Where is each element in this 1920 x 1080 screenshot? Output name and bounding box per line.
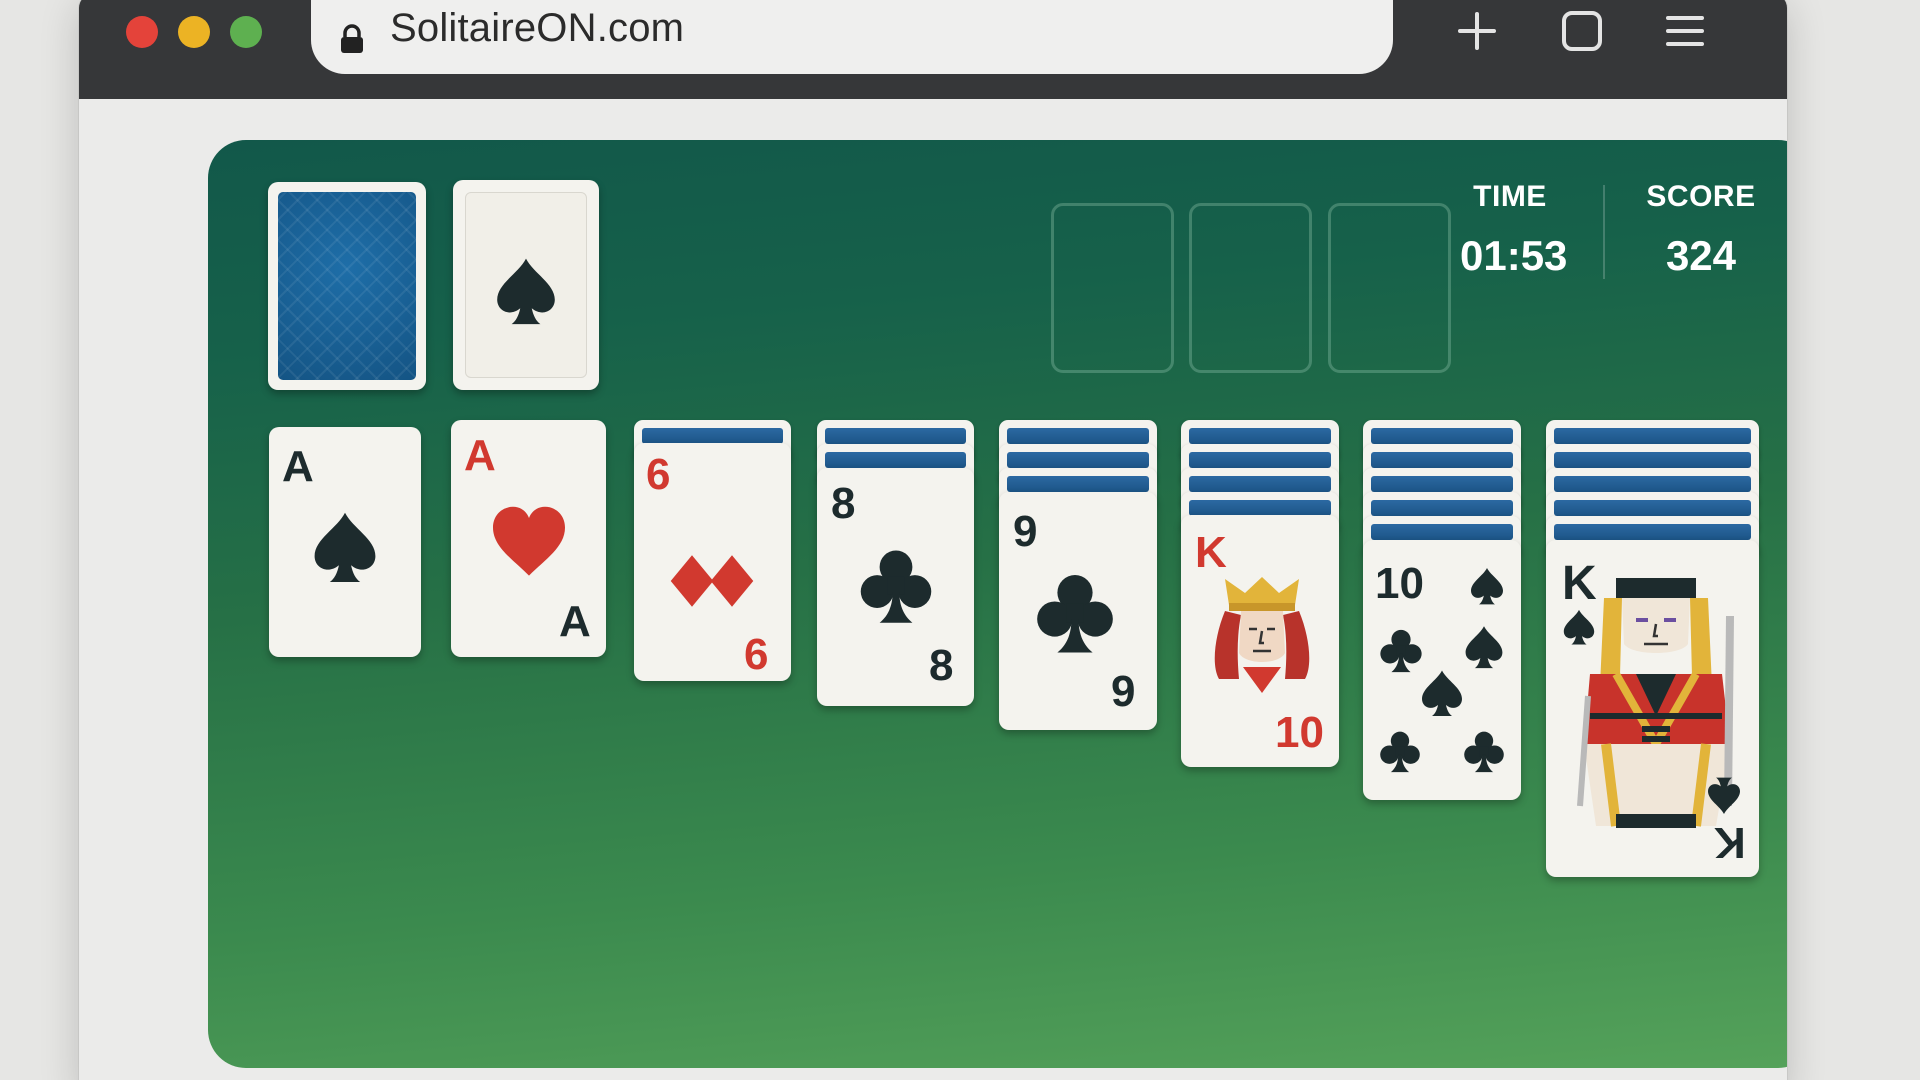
card-back [278, 192, 416, 380]
spade-icon [1417, 668, 1467, 718]
close-window-button[interactable] [126, 16, 158, 48]
card-rank-bottom: K [1714, 818, 1746, 867]
card-rank-bottom: 8 [929, 641, 954, 690]
foundation-slot-3[interactable] [1328, 203, 1451, 373]
card-rank: K [1195, 528, 1227, 577]
heart-icon [489, 502, 569, 582]
spade-icon [1704, 776, 1744, 816]
foundation-slot-1[interactable] [1051, 203, 1174, 373]
club-icon [1461, 728, 1507, 774]
card-rank: A [464, 431, 496, 480]
tableau-card-4[interactable]: 8 8 [817, 468, 974, 706]
tableau-card-5[interactable]: 9 9 [999, 492, 1157, 730]
minimize-window-button[interactable] [178, 16, 210, 48]
time-display: TIME 01:53 [1460, 180, 1568, 280]
card-rank: 8 [831, 479, 856, 528]
card-rank: 6 [646, 450, 671, 499]
diamond-icon [704, 545, 760, 617]
king-face-icon [1214, 577, 1310, 693]
card-rank-bottom: 9 [1111, 667, 1136, 716]
lock-icon [341, 24, 363, 53]
card-rank-bottom: 6 [744, 630, 769, 679]
score-label: SCORE [1646, 180, 1756, 213]
time-value: 01:53 [1460, 232, 1568, 279]
card-rank-bottom: 10 [1275, 708, 1324, 757]
waste-pile[interactable] [453, 180, 599, 390]
card-rank: A [282, 442, 314, 491]
score-display: SCORE 324 [1636, 180, 1766, 280]
card-rank: 9 [1013, 507, 1038, 556]
spade-icon [307, 509, 383, 585]
tableau-card-2[interactable]: A A [451, 420, 606, 657]
club-icon [1377, 728, 1423, 774]
game-table: TIME 01:53 SCORE 324 A A A 6 6 8 8 9 9 K… [208, 140, 1787, 1068]
club-icon [1377, 626, 1425, 674]
tabs-icon[interactable] [1559, 8, 1605, 54]
club-icon [1031, 568, 1119, 656]
browser-titlebar: SolitaireON.com [79, 0, 1787, 99]
card-rank-bottom: A [559, 597, 591, 646]
browser-window: SolitaireON.com TIME 01:53 SCORE 324 A A… [79, 0, 1787, 1080]
foundation-slot-2[interactable] [1189, 203, 1312, 373]
stats-divider [1603, 185, 1605, 279]
tableau-card-3[interactable]: 6 6 [634, 443, 791, 681]
score-value: 324 [1665, 232, 1737, 279]
time-label: TIME [1473, 180, 1547, 213]
tableau-card-7[interactable]: 10 [1363, 540, 1521, 800]
tableau-card-6[interactable]: K 10 [1181, 515, 1339, 767]
plus-icon[interactable] [1454, 8, 1500, 54]
maximize-window-button[interactable] [230, 16, 262, 48]
address-bar[interactable]: SolitaireON.com [311, 0, 1393, 74]
url-text: SolitaireON.com [390, 6, 685, 50]
spade-icon [1467, 566, 1507, 606]
spade-icon [490, 255, 562, 327]
tableau-card-1[interactable]: A [269, 427, 421, 657]
card-rank: 10 [1375, 559, 1424, 608]
stock-pile[interactable] [268, 182, 426, 390]
club-icon [855, 544, 937, 626]
tableau-card-8[interactable]: K K [1546, 540, 1759, 877]
spade-icon [1461, 624, 1507, 670]
waste-card-face [465, 192, 587, 378]
menu-icon[interactable] [1662, 8, 1708, 54]
